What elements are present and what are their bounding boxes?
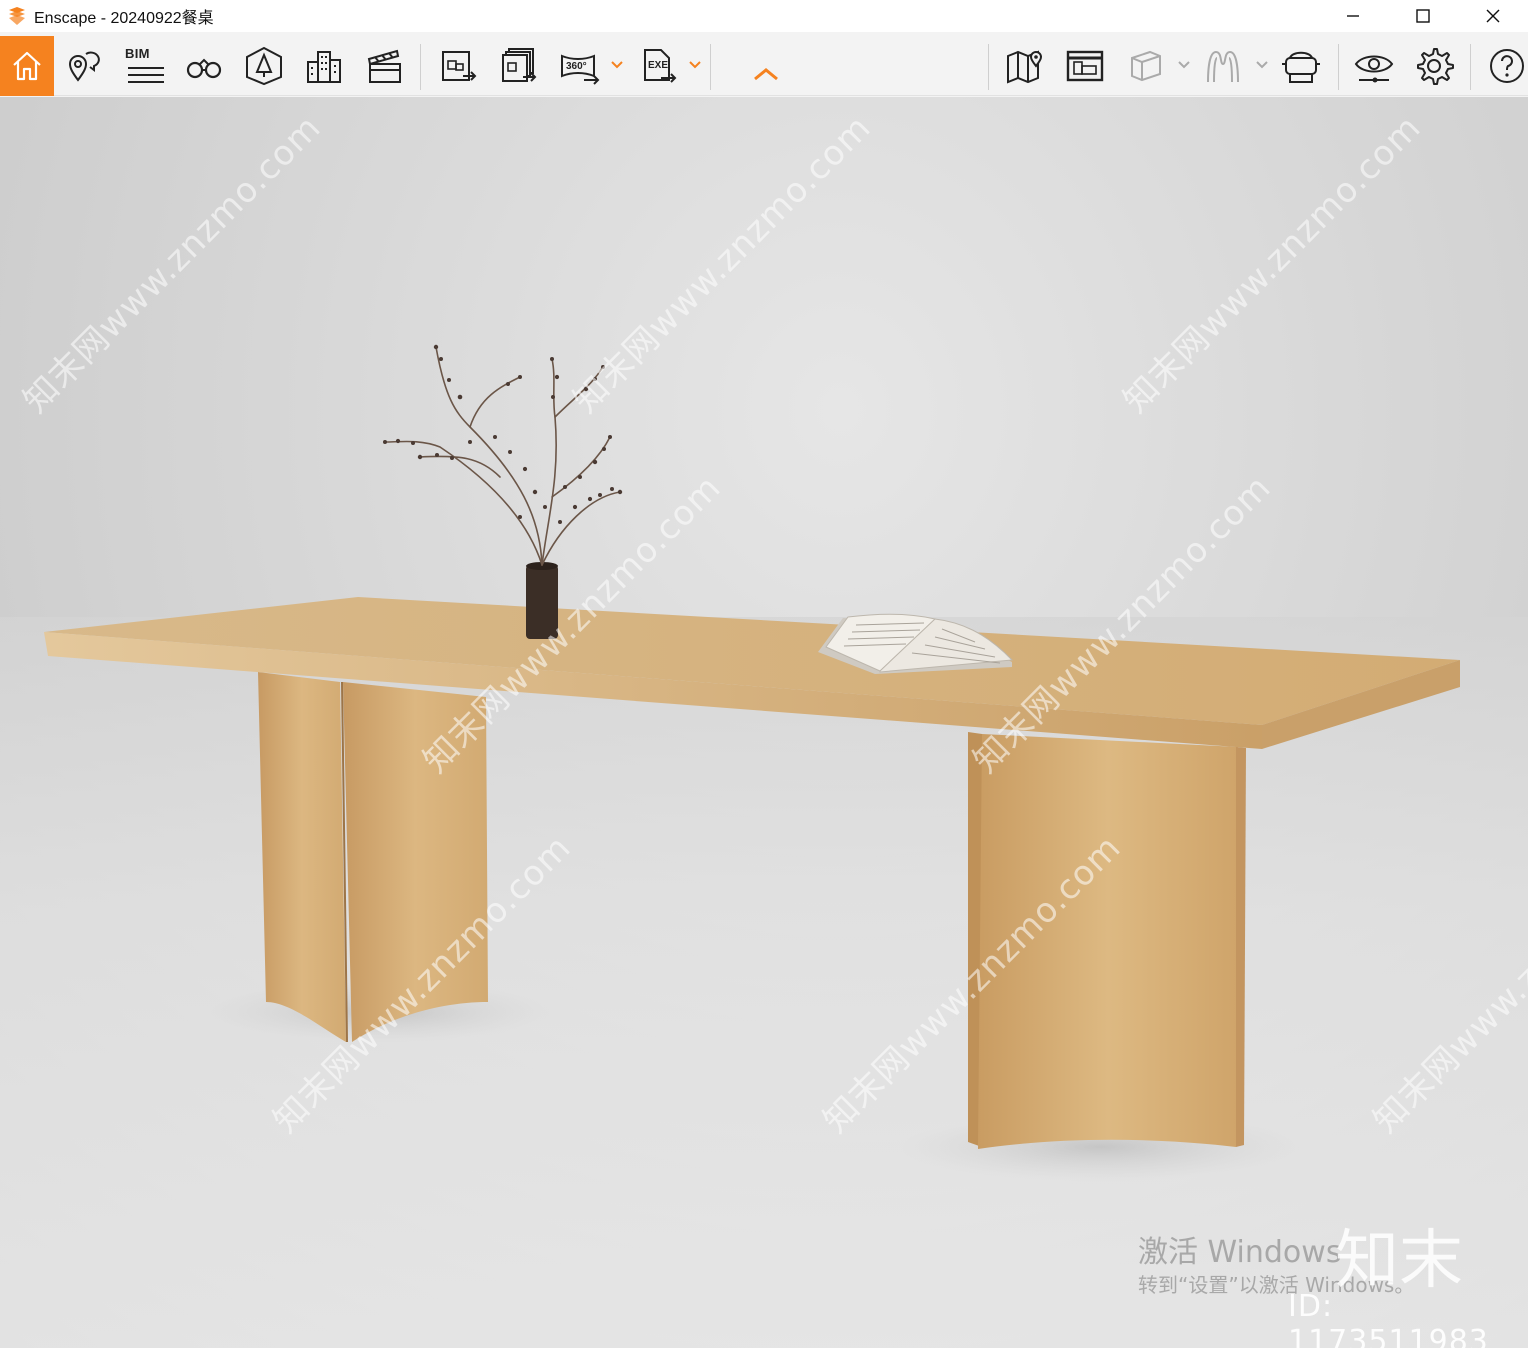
image-id-label: ID: 1173511983 <box>1288 1289 1489 1348</box>
clapperboard-icon <box>367 49 401 83</box>
close-button[interactable] <box>1458 0 1528 32</box>
toolbar-divider <box>710 44 711 90</box>
settings-button[interactable] <box>1407 36 1461 96</box>
minimize-button[interactable] <box>1318 0 1388 32</box>
eye-icon <box>1354 55 1394 83</box>
title-bar: Enscape - 20240922餐桌 <box>0 0 1528 32</box>
toolbar-divider <box>1470 44 1471 90</box>
chevron-up-icon <box>754 68 778 81</box>
mesh-view-dropdown[interactable] <box>1255 58 1269 72</box>
batch-export-icon <box>502 48 537 82</box>
exe-export-icon: EXE <box>644 49 677 83</box>
main-toolbar: BIM 360° EXE <box>0 36 1528 96</box>
sites-button[interactable] <box>297 36 351 96</box>
chevron-down-icon <box>1256 61 1268 69</box>
mesh-icon <box>1207 50 1239 83</box>
views-button[interactable] <box>57 36 111 96</box>
panorama-button[interactable]: 360° <box>553 36 607 96</box>
buildings-icon <box>307 51 341 83</box>
panorama-dropdown[interactable] <box>610 58 624 72</box>
dining-table-render <box>44 344 1460 1181</box>
svg-text:EXE: EXE <box>648 60 668 71</box>
vr-headset-icon <box>1282 51 1320 83</box>
toolbar-divider <box>988 44 989 90</box>
exe-export-button[interactable]: EXE <box>631 36 685 96</box>
asset-library-button[interactable] <box>237 36 291 96</box>
vr-button[interactable] <box>1274 36 1328 96</box>
home-icon <box>13 51 41 81</box>
screenshot-export-icon <box>442 51 477 81</box>
svg-text:360°: 360° <box>566 61 587 72</box>
walk-button[interactable] <box>177 36 231 96</box>
views-manager-button[interactable] <box>1058 36 1112 96</box>
binoculars-icon <box>186 58 222 79</box>
enscape-logo-icon <box>6 5 28 27</box>
panorama-360-icon: 360° <box>561 54 600 85</box>
screenshot-button[interactable] <box>431 36 485 96</box>
video-editor-button[interactable] <box>357 36 411 96</box>
maximize-button[interactable] <box>1388 0 1458 32</box>
bim-button[interactable] <box>117 36 171 96</box>
exe-export-dropdown[interactable] <box>688 58 702 72</box>
box-view-button[interactable] <box>1118 36 1172 96</box>
render-viewport[interactable]: 知末网www.znzmo.com 知末网www.znzmo.com 知末网www… <box>0 97 1528 1348</box>
help-button[interactable] <box>1480 36 1528 96</box>
map-icon <box>1007 50 1043 84</box>
cube-icon <box>1131 50 1161 82</box>
box-view-dropdown[interactable] <box>1177 58 1191 72</box>
brand-watermark: 知末 <box>1335 1224 1463 1298</box>
asset-library-icon <box>246 46 282 86</box>
chevron-down-icon <box>611 61 623 69</box>
table-top <box>44 597 1460 749</box>
map-button[interactable] <box>998 36 1052 96</box>
mesh-view-button[interactable] <box>1196 36 1250 96</box>
batch-render-button[interactable] <box>491 36 545 96</box>
bim-label: BIM <box>125 46 150 61</box>
home-button[interactable] <box>0 36 54 96</box>
collapse-toolbar-button[interactable] <box>739 44 793 104</box>
windows-activation-title: 激活 Windows <box>1138 1235 1342 1270</box>
location-pin-icon <box>68 51 100 82</box>
chevron-down-icon <box>689 61 701 69</box>
toolbar-divider <box>1338 44 1339 90</box>
help-icon <box>1490 49 1524 83</box>
chevron-down-icon <box>1178 61 1190 69</box>
gear-icon <box>1417 48 1454 85</box>
window-title: Enscape - 20240922餐桌 <box>34 10 214 27</box>
visual-settings-button[interactable] <box>1347 36 1401 96</box>
views-manager-icon <box>1066 50 1104 82</box>
toolbar-divider <box>420 44 421 90</box>
